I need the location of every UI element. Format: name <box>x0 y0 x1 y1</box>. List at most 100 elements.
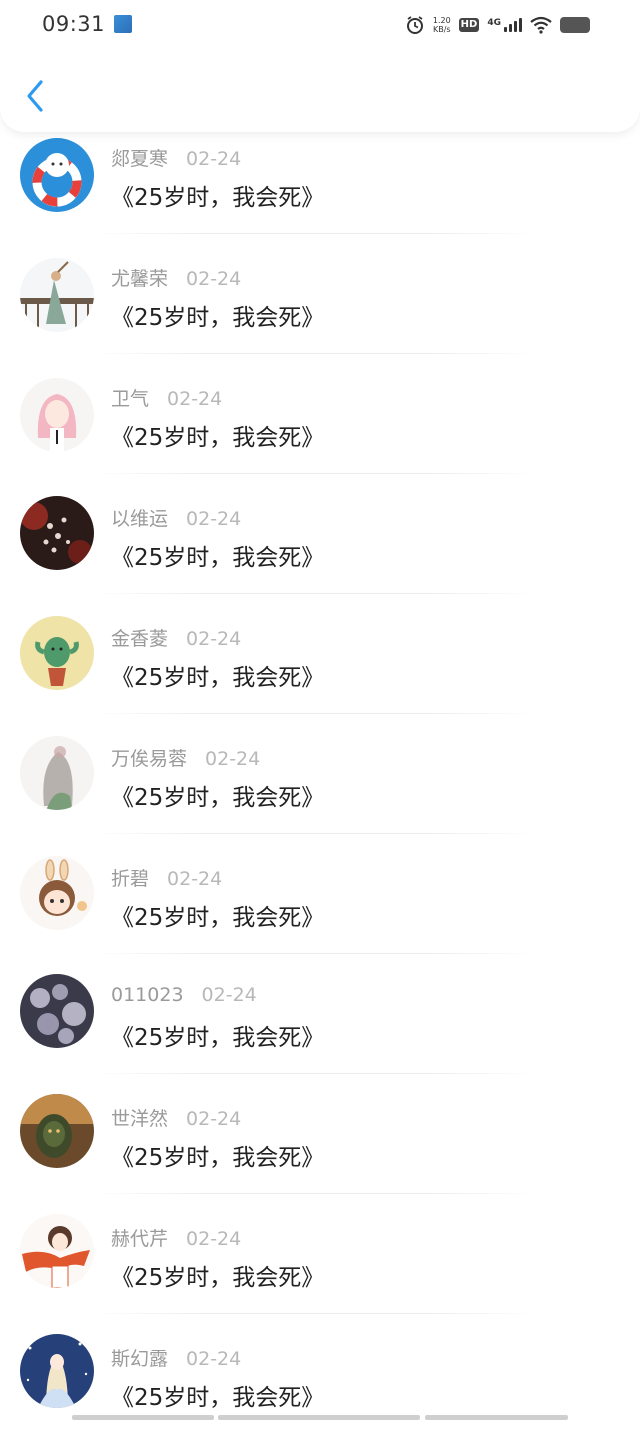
anime-girl-pink-avatar <box>20 378 94 452</box>
comment-meta: 折碧 02-24 <box>111 864 222 891</box>
status-bar: 09:31 1.20 KB/s HD 4G <box>0 0 640 52</box>
home-indicator <box>218 1415 420 1420</box>
list-item[interactable]: 赫代芹 02-24 《25岁时，我会死》 <box>0 1212 640 1332</box>
avatar[interactable] <box>20 496 94 570</box>
avatar[interactable] <box>20 616 94 690</box>
book-title[interactable]: 《25岁时，我会死》 <box>111 1138 324 1172</box>
dark-blossoms-avatar <box>20 496 94 570</box>
comment-date: 02-24 <box>186 508 242 530</box>
user-name[interactable]: 尤馨荣 <box>111 264 168 291</box>
book-title[interactable]: 《25岁时，我会死》 <box>111 178 324 212</box>
book-title[interactable]: 《25岁时，我会死》 <box>111 898 324 932</box>
user-name[interactable]: 万俟易蓉 <box>111 744 187 771</box>
book-title[interactable]: 《25岁时，我会死》 <box>111 1378 324 1412</box>
speed-unit: KB/s <box>432 25 451 34</box>
list-item[interactable]: 万俟易蓉 02-24 《25岁时，我会死》 <box>0 732 640 852</box>
list-item[interactable]: 卫气 02-24 《25岁时，我会死》 <box>0 372 640 492</box>
user-name[interactable]: 卫气 <box>111 384 149 411</box>
comment-date: 02-24 <box>167 388 223 410</box>
back-button[interactable] <box>18 76 52 116</box>
divider <box>90 713 540 714</box>
status-icons: 1.20 KB/s HD 4G <box>405 14 590 36</box>
avatar[interactable] <box>20 856 94 930</box>
comment-date: 02-24 <box>186 1348 242 1370</box>
avatar[interactable] <box>20 378 94 452</box>
status-time: 09:31 <box>42 12 106 36</box>
divider <box>90 1193 540 1194</box>
girl-long-hair-avatar <box>20 736 94 810</box>
signal-icon: 4G <box>487 18 522 32</box>
book-title[interactable]: 《25岁时，我会死》 <box>111 538 324 572</box>
user-name[interactable]: 金香菱 <box>111 624 168 651</box>
book-title[interactable]: 《25岁时，我会死》 <box>111 418 324 452</box>
comment-meta: 万俟易蓉 02-24 <box>111 744 260 771</box>
user-name[interactable]: 011023 <box>111 984 184 1006</box>
list-item[interactable]: 金香菱 02-24 《25岁时，我会死》 <box>0 612 640 732</box>
list-item[interactable]: 以维运 02-24 《25岁时，我会死》 <box>0 492 640 612</box>
user-name[interactable]: 世洋然 <box>111 1104 168 1131</box>
divider <box>90 353 540 354</box>
comment-meta: 斯幻露 02-24 <box>111 1344 241 1371</box>
girl-green-dress-avatar <box>20 258 94 332</box>
user-name[interactable]: 郯夏寒 <box>111 144 168 171</box>
app-notification-icon <box>114 15 132 33</box>
comment-date: 02-24 <box>186 1228 242 1250</box>
avatar[interactable] <box>20 1214 94 1288</box>
comment-date: 02-24 <box>186 268 242 290</box>
comment-meta: 011023 02-24 <box>111 984 257 1006</box>
hd-badge: HD <box>458 18 480 32</box>
avatar[interactable] <box>20 258 94 332</box>
avatar[interactable] <box>20 138 94 212</box>
list-item[interactable]: 011023 02-24 《25岁时，我会死》 <box>0 972 640 1092</box>
divider <box>90 1073 540 1074</box>
divider <box>90 473 540 474</box>
comment-meta: 世洋然 02-24 <box>111 1104 241 1131</box>
list-item[interactable]: 斯幻露 02-24 《25岁时，我会死》 <box>0 1332 640 1452</box>
comment-meta: 尤馨荣 02-24 <box>111 264 241 291</box>
virgo-cactus-avatar <box>20 616 94 690</box>
avatar[interactable] <box>20 736 94 810</box>
divider <box>90 833 540 834</box>
network-speed: 1.20 KB/s <box>433 16 451 34</box>
user-name[interactable]: 赫代芹 <box>111 1224 168 1251</box>
comment-meta: 以维运 02-24 <box>111 504 241 531</box>
user-name[interactable]: 以维运 <box>111 504 168 531</box>
comment-date: 02-24 <box>186 1108 242 1130</box>
home-indicator <box>72 1415 214 1420</box>
divider <box>90 233 540 234</box>
wifi-icon <box>530 16 552 34</box>
girl-orange-scarf-avatar <box>20 1214 94 1288</box>
list-item[interactable]: 郯夏寒 02-24 《25岁时，我会死》 <box>0 132 640 252</box>
book-title[interactable]: 《25岁时，我会死》 <box>111 1018 324 1052</box>
avatar[interactable] <box>20 1334 94 1408</box>
header <box>0 52 640 132</box>
starry-princess-avatar <box>20 1334 94 1408</box>
bunny-kid-avatar <box>20 856 94 930</box>
battery-icon <box>560 17 590 33</box>
divider <box>90 593 540 594</box>
book-title[interactable]: 《25岁时，我会死》 <box>111 778 324 812</box>
divider <box>90 953 540 954</box>
list-item[interactable]: 尤馨荣 02-24 《25岁时，我会死》 <box>0 252 640 372</box>
home-indicator <box>425 1415 568 1420</box>
list-item[interactable]: 世洋然 02-24 《25岁时，我会死》 <box>0 1092 640 1212</box>
list-item[interactable]: 折碧 02-24 《25岁时，我会死》 <box>0 852 640 972</box>
book-title[interactable]: 《25岁时，我会死》 <box>111 298 324 332</box>
comment-meta: 郯夏寒 02-24 <box>111 144 241 171</box>
user-name[interactable]: 斯幻露 <box>111 1344 168 1371</box>
comment-meta: 赫代芹 02-24 <box>111 1224 241 1251</box>
book-title[interactable]: 《25岁时，我会死》 <box>111 658 324 692</box>
speed-value: 1.20 <box>432 16 451 25</box>
avatar[interactable] <box>20 974 94 1048</box>
user-name[interactable]: 折碧 <box>111 864 149 891</box>
comment-meta: 卫气 02-24 <box>111 384 222 411</box>
alarm-icon <box>406 16 423 34</box>
chevron-left-icon <box>27 80 43 112</box>
network-type: 4G <box>487 18 501 28</box>
divider <box>90 1313 540 1314</box>
avatar[interactable] <box>20 1094 94 1168</box>
comment-date: 02-24 <box>186 628 242 650</box>
night-flowers-avatar <box>20 974 94 1048</box>
comment-date: 02-24 <box>167 868 223 890</box>
book-title[interactable]: 《25岁时，我会死》 <box>111 1258 324 1292</box>
